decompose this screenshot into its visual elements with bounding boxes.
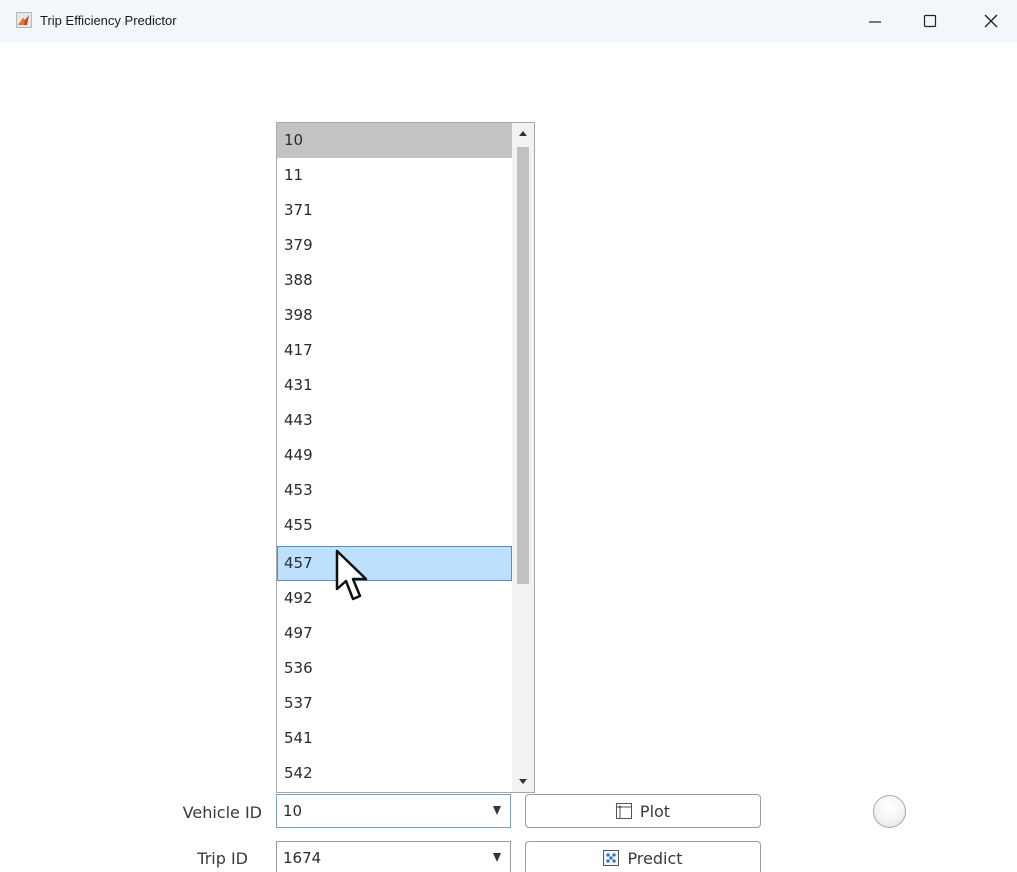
list-item[interactable]: 453 xyxy=(277,473,512,508)
vehicle-id-dropdown-list[interactable]: 10 11 371 379 388 398 417 431 443 449 45… xyxy=(276,122,535,793)
predict-icon xyxy=(603,850,620,866)
vehicle-id-value: 10 xyxy=(283,802,303,820)
matlab-app-icon xyxy=(16,12,32,28)
list-item[interactable]: 443 xyxy=(277,403,512,438)
trip-id-label: Trip ID xyxy=(197,849,248,868)
list-item[interactable]: 455 xyxy=(277,508,512,543)
predict-button[interactable]: Predict xyxy=(525,841,761,872)
maximize-button[interactable] xyxy=(916,8,944,34)
plot-button[interactable]: Plot xyxy=(525,794,761,828)
status-lamp xyxy=(873,795,906,828)
close-button[interactable] xyxy=(977,8,1005,34)
plot-button-label: Plot xyxy=(639,801,671,821)
maximize-icon xyxy=(923,14,937,28)
list-item[interactable]: 497 xyxy=(277,616,512,651)
vehicle-id-dropdown[interactable]: 10 xyxy=(276,794,511,828)
scroll-down-button[interactable] xyxy=(512,770,534,792)
list-item[interactable]: 431 xyxy=(277,368,512,403)
list-item[interactable]: 10 xyxy=(277,123,512,158)
plot-icon xyxy=(615,803,632,819)
list-item[interactable]: 492 xyxy=(277,581,512,616)
list-item[interactable]: 541 xyxy=(277,721,512,756)
minimize-button[interactable] xyxy=(861,8,889,34)
list-item[interactable]: 536 xyxy=(277,651,512,686)
predict-button-label: Predict xyxy=(627,848,683,868)
minimize-icon xyxy=(869,21,881,23)
vehicle-id-label: Vehicle ID xyxy=(182,803,262,822)
list-item[interactable]: 379 xyxy=(277,228,512,263)
list-item[interactable]: 371 xyxy=(277,193,512,228)
trip-id-dropdown[interactable]: 1674 xyxy=(276,841,511,872)
scroll-thumb[interactable] xyxy=(517,147,529,584)
list-item[interactable]: 537 xyxy=(277,686,512,721)
list-item[interactable]: 417 xyxy=(277,333,512,368)
close-icon xyxy=(984,14,998,28)
chevron-down-icon xyxy=(493,853,501,862)
scroll-down-arrow-icon xyxy=(519,779,527,784)
dropdown-scrollbar[interactable] xyxy=(512,123,534,792)
list-item[interactable]: 11 xyxy=(277,158,512,193)
list-item[interactable]: 542 xyxy=(277,756,512,791)
chevron-down-icon xyxy=(493,806,501,815)
scroll-up-arrow-icon xyxy=(519,131,527,136)
app-window: Trip Efficiency Predictor 10 11 371 379 … xyxy=(0,0,1017,872)
scroll-up-button[interactable] xyxy=(512,123,534,145)
list-item[interactable]: 449 xyxy=(277,438,512,473)
window-title: Trip Efficiency Predictor xyxy=(40,13,177,28)
list-item[interactable]: 388 xyxy=(277,263,512,298)
list-item-hovered[interactable]: 457 xyxy=(277,546,512,581)
title-bar: Trip Efficiency Predictor xyxy=(0,0,1017,42)
trip-id-value: 1674 xyxy=(283,849,322,867)
list-item[interactable]: 398 xyxy=(277,298,512,333)
